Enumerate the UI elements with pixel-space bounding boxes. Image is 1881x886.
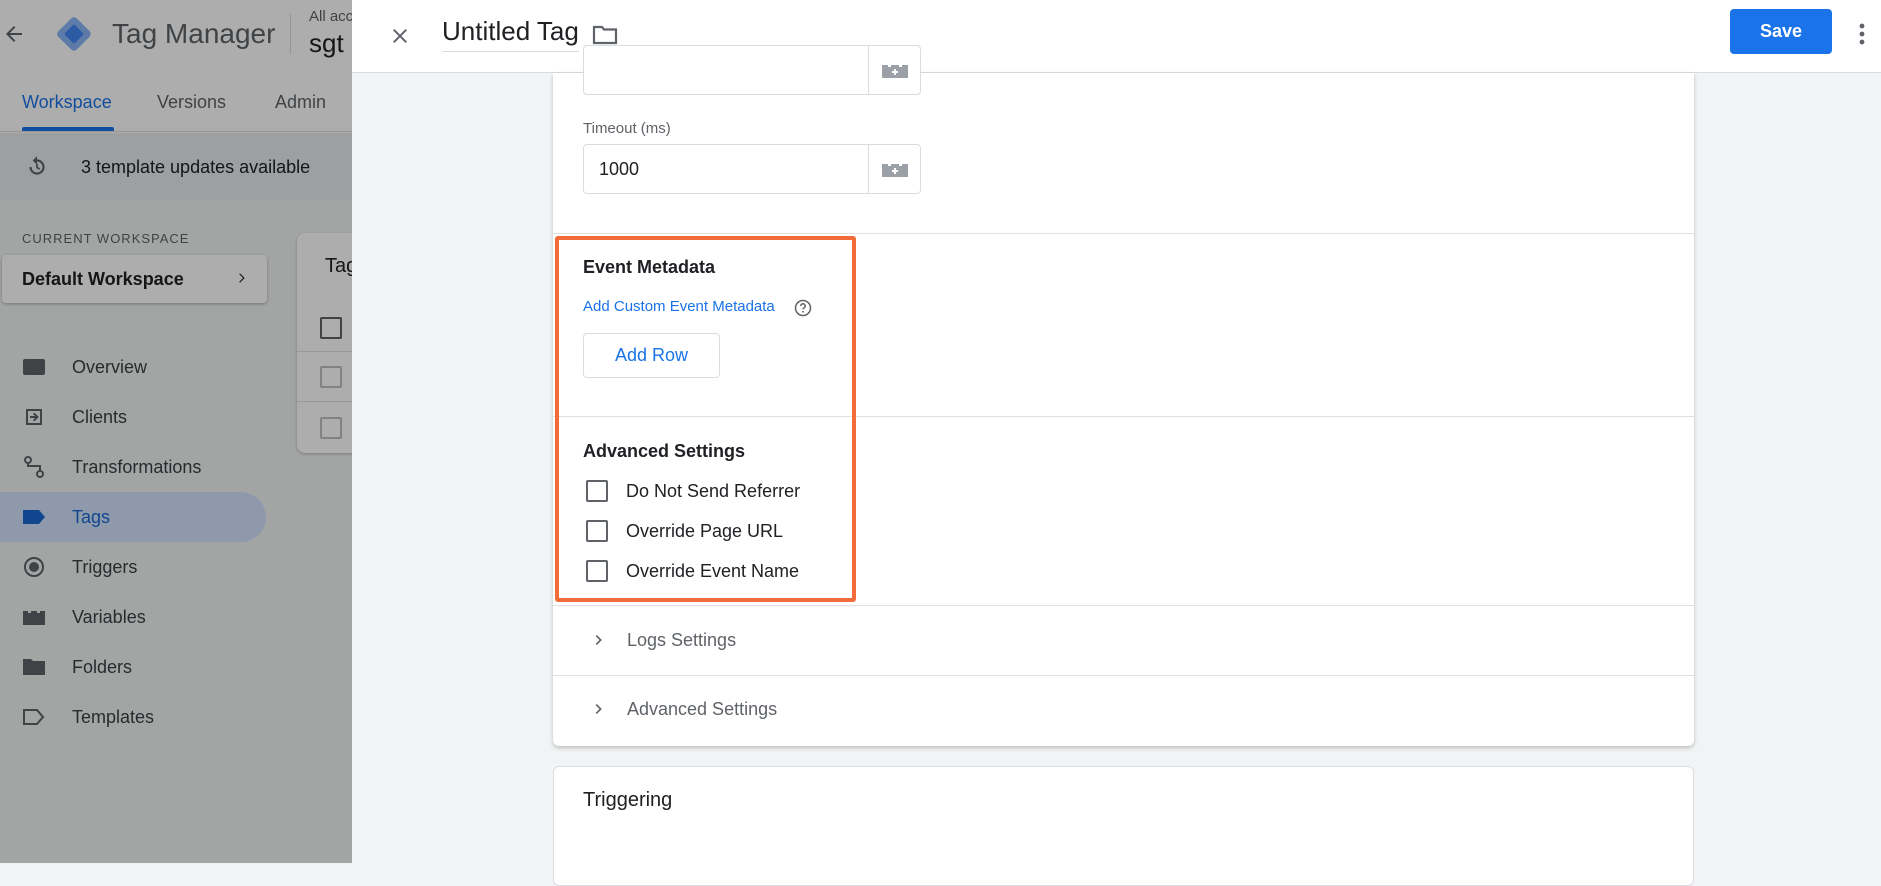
advanced-settings-label: Advanced Settings bbox=[627, 699, 778, 719]
close-icon bbox=[393, 29, 407, 43]
override-page-url-option[interactable]: Override Page URL bbox=[586, 520, 783, 542]
logs-settings-label: Logs Settings bbox=[627, 630, 737, 650]
chevron-right-icon bbox=[595, 704, 602, 714]
tag-editor-panel: Untitled Tag Save Timeout (ms) 1000 Even… bbox=[352, 0, 1881, 886]
event-metadata-title: Event Metadata bbox=[583, 257, 716, 277]
save-button[interactable]: Save bbox=[1730, 9, 1832, 54]
advanced-settings-title: Advanced Settings bbox=[583, 441, 746, 461]
triggering-card[interactable]: Triggering bbox=[553, 766, 1694, 886]
override-event-name-option[interactable]: Override Event Name bbox=[586, 560, 799, 582]
timeout-value: 1000 bbox=[599, 159, 640, 179]
add-row-button[interactable]: Add Row bbox=[583, 333, 720, 378]
triggering-title: Triggering bbox=[583, 789, 673, 811]
variable-brick-icon bbox=[881, 65, 908, 78]
folder-outline-icon bbox=[592, 25, 618, 45]
variable-brick-icon bbox=[881, 164, 908, 177]
logs-settings-section[interactable]: Logs Settings bbox=[553, 606, 1694, 674]
panel-header: Untitled Tag Save bbox=[352, 0, 1881, 73]
override-page-url-checkbox[interactable] bbox=[586, 520, 608, 542]
close-button[interactable] bbox=[382, 18, 418, 54]
checkbox-label: Override Page URL bbox=[626, 520, 784, 541]
scrolled-field-input[interactable] bbox=[583, 45, 921, 95]
advanced-settings-section[interactable]: Advanced Settings bbox=[553, 675, 1694, 743]
section-divider bbox=[553, 416, 1694, 417]
tag-configuration-card: Timeout (ms) 1000 Event Metadata Add Cus… bbox=[553, 45, 1694, 746]
variable-picker-button[interactable] bbox=[868, 46, 920, 94]
more-options-button[interactable] bbox=[1850, 16, 1874, 52]
add-custom-event-metadata-link[interactable]: Add Custom Event Metadata bbox=[583, 298, 775, 315]
chevron-right-icon bbox=[595, 635, 602, 645]
help-icon[interactable] bbox=[794, 299, 812, 317]
override-event-name-checkbox[interactable] bbox=[586, 560, 608, 582]
timeout-label: Timeout (ms) bbox=[583, 120, 671, 137]
timeout-input[interactable]: 1000 bbox=[583, 144, 921, 194]
variable-picker-button[interactable] bbox=[868, 145, 920, 193]
checkbox-label: Override Event Name bbox=[626, 560, 800, 581]
more-vert-icon bbox=[1859, 23, 1865, 45]
tag-name-input[interactable]: Untitled Tag bbox=[442, 16, 579, 52]
do-not-send-referrer-checkbox[interactable] bbox=[586, 480, 608, 502]
do-not-send-referrer-option[interactable]: Do Not Send Referrer bbox=[586, 480, 800, 502]
section-divider bbox=[553, 233, 1694, 234]
checkbox-label: Do Not Send Referrer bbox=[626, 480, 801, 501]
